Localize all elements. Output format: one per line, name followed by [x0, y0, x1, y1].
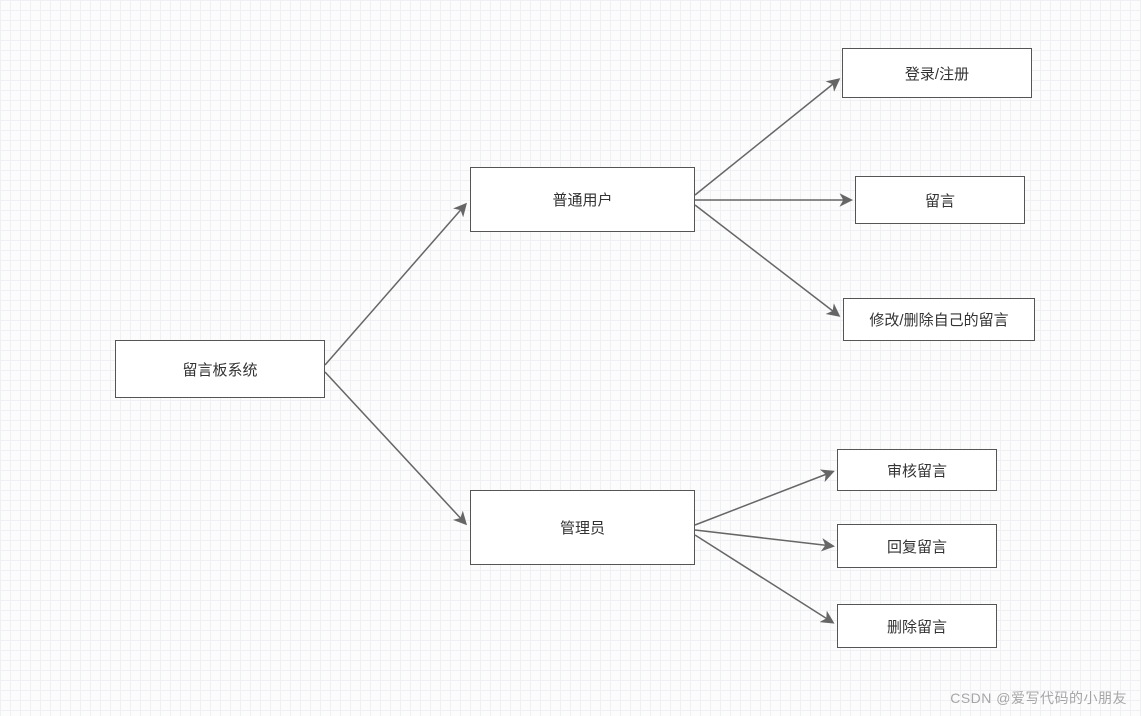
node-normal-user-label: 普通用户 [552, 189, 612, 210]
node-post-message-label: 留言 [925, 190, 955, 211]
node-admin-label: 管理员 [560, 517, 605, 538]
edge-root-to-admin [325, 372, 465, 523]
node-edit-delete-own-label: 修改/删除自己的留言 [869, 309, 1008, 330]
edge-admin-to-review [695, 472, 832, 525]
node-post-message: 留言 [855, 176, 1025, 224]
node-root: 留言板系统 [115, 340, 325, 398]
edge-normal-user-to-login [695, 80, 838, 195]
node-edit-delete-own: 修改/删除自己的留言 [843, 298, 1035, 341]
edge-admin-to-delete [695, 535, 832, 622]
node-reply-message-label: 回复留言 [887, 536, 947, 557]
node-login-register-label: 登录/注册 [905, 63, 969, 84]
node-delete-message-label: 删除留言 [887, 616, 947, 637]
node-delete-message: 删除留言 [837, 604, 997, 648]
node-review-message-label: 审核留言 [887, 460, 947, 481]
edge-normal-user-to-edit [695, 205, 838, 315]
node-admin: 管理员 [470, 490, 695, 565]
watermark: CSDN @爱写代码的小朋友 [950, 688, 1127, 708]
edge-admin-to-reply [695, 530, 832, 546]
node-login-register: 登录/注册 [842, 48, 1032, 98]
node-normal-user: 普通用户 [470, 167, 695, 232]
node-root-label: 留言板系统 [182, 359, 257, 380]
node-reply-message: 回复留言 [837, 524, 997, 568]
node-review-message: 审核留言 [837, 449, 997, 491]
edge-root-to-normal-user [325, 205, 465, 365]
